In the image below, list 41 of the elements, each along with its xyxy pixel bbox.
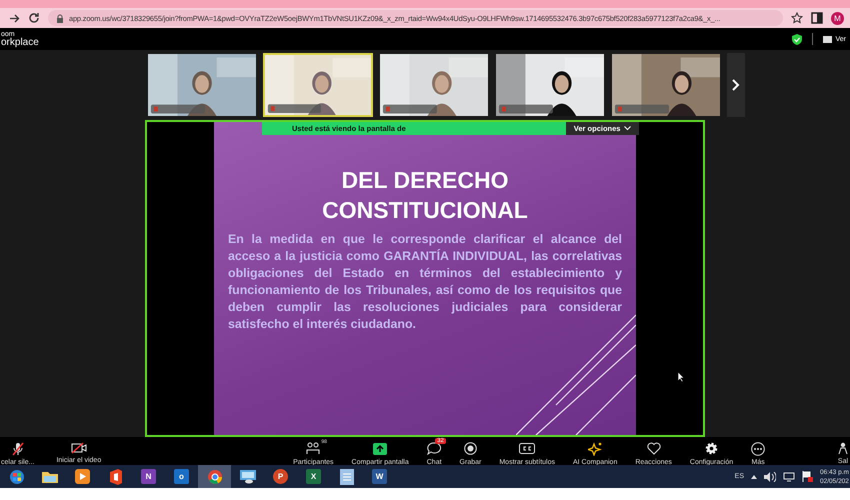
taskbar-app[interactable]: W — [363, 465, 396, 488]
settings-icon — [705, 442, 718, 455]
people-icon — [306, 442, 320, 455]
taskbar-app[interactable]: P — [264, 465, 297, 488]
chevron-down-icon — [624, 126, 632, 131]
camera-icon — [70, 442, 87, 454]
person-icon — [836, 442, 849, 455]
start-icon — [8, 468, 24, 484]
shield-icon[interactable] — [792, 34, 802, 44]
slide-title: DEL DERECHO CONSTITUCIONAL — [322, 166, 528, 225]
speaker-icon[interactable] — [764, 472, 776, 482]
chevron-right-icon — [732, 79, 740, 91]
notepad-icon — [340, 468, 354, 484]
more-icon — [751, 442, 766, 456]
flag-icon[interactable] — [802, 471, 813, 482]
monitor-icon — [238, 469, 256, 484]
folder-icon — [40, 469, 58, 484]
chat-bubble-icon — [427, 442, 442, 455]
mouse-cursor-icon — [678, 372, 685, 382]
heart-icon — [646, 442, 661, 455]
taskbar-app[interactable]: N — [132, 465, 165, 488]
window-icon — [823, 36, 832, 42]
forward-icon[interactable] — [10, 14, 20, 22]
taskbar-app[interactable]: X — [297, 465, 330, 488]
star-icon[interactable] — [791, 12, 803, 24]
sparkle-icon — [588, 442, 602, 456]
browser-icon — [206, 468, 222, 484]
participant-count: 98 — [321, 438, 327, 444]
reload-icon[interactable] — [28, 12, 40, 24]
taskbar-app[interactable]: o — [165, 465, 198, 488]
upload-icon — [373, 442, 388, 454]
document-icon — [108, 468, 122, 484]
captions-icon — [519, 443, 536, 454]
profile-avatar[interactable]: M — [831, 12, 844, 24]
slide-body: En la medida en que le corresponde clarificar el alcance del acceso a la justicia como GARANTÍA INDIVIDUAL, las correlativas obligaciones del Estado en términos del establecimiento y funcionamiento de los Tribunales, así como de los requisitos que deben cumplir las resoluciones judiciales para considerar satisfecho el interés ciudadano. — [228, 231, 622, 333]
record-icon — [464, 442, 477, 455]
sidebar-icon[interactable] — [811, 12, 823, 24]
up-arrow-icon[interactable] — [751, 474, 757, 479]
microphone-icon — [12, 442, 24, 456]
play-icon — [75, 469, 90, 484]
next-page-button[interactable] — [727, 53, 745, 117]
